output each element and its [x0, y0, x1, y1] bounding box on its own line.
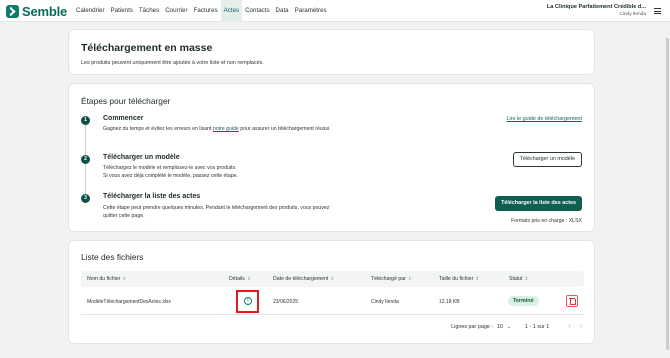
user-name: Cindy Ilenda — [619, 12, 646, 17]
file-name: ModèleTéléchargementDesActes.xlsx — [87, 299, 171, 305]
step-title-2: Télécharger un modèle — [103, 154, 180, 161]
step-description-3: Cette étape peut prendre quelques minute… — [103, 205, 330, 219]
semble-logo-icon — [6, 5, 19, 18]
upload-guide-link[interactable]: Lire le guide de téléchargement — [506, 116, 582, 122]
rows-per-page-label: Lignes par page : — [451, 323, 493, 330]
step-title-1: Commencer — [103, 115, 144, 122]
step-number-2: 2 — [81, 155, 90, 164]
upload-steps-card: Étapes pour télécharger Lire le guide de… — [68, 83, 595, 232]
nav-item-taches[interactable]: Tâches — [136, 0, 162, 22]
nav-item-calendrier[interactable]: Calendrier — [73, 0, 108, 22]
step-description-1: Gagnez du temps et évitez les erreurs en… — [103, 126, 331, 132]
sort-icon: ⇕ — [407, 276, 412, 281]
step-number-1: 1 — [81, 116, 90, 125]
nav-item-data[interactable]: Data — [273, 0, 292, 22]
file-list-title: Liste des fichiers — [81, 252, 144, 262]
upload-date: 23/06/2025 — [273, 299, 299, 305]
account-switcher[interactable]: La Clinique Parfaitement Crédible d... C… — [547, 4, 646, 17]
table-header: Nom du fichier ⇕ Détails ⇕ Date de télécha… — [81, 271, 584, 287]
column-header-status[interactable]: Statut ⇕ — [509, 276, 528, 282]
step-description-2: Téléchargez le modèle et remplissez-le a… — [103, 165, 238, 179]
page-header-card: Téléchargement en masse Les produits peu… — [68, 29, 595, 75]
column-header-name[interactable]: Nom du fichier ⇕ — [87, 276, 126, 282]
sort-icon: ⇕ — [122, 276, 127, 281]
next-page-icon[interactable]: › — [580, 323, 582, 330]
pagination: Lignes par page : 10 ⌄ 1 - 1 sur 1 ‹ › — [451, 323, 582, 330]
previous-page-icon[interactable]: ‹ — [568, 323, 570, 330]
sort-icon: ⇕ — [524, 276, 529, 281]
sort-icon: ⇕ — [246, 276, 251, 281]
table-row: ModèleTéléchargementDesActes.xlsx i 23/0… — [81, 288, 584, 315]
our-guide-link[interactable]: notre guide — [213, 126, 239, 132]
supported-formats: Formats pris en charge : XLSX — [511, 218, 582, 224]
main-nav: Calendrier Patients Tâches Courrier Fact… — [73, 0, 330, 22]
column-header-size[interactable]: Taille du fichier ⇕ — [439, 276, 479, 282]
nav-item-parametres[interactable]: Paramètres — [292, 0, 330, 22]
file-size: 12.18 KB — [439, 299, 460, 305]
step-number-3: 3 — [81, 194, 90, 203]
page-subtitle: Les produits peuvent uniquement être ajo… — [81, 60, 264, 66]
nav-item-contacts[interactable]: Contacts — [242, 0, 272, 22]
file-list-card: Liste des fichiers Nom du fichier ⇕ Détai… — [68, 240, 595, 344]
hamburger-menu-icon[interactable] — [654, 8, 661, 14]
column-header-date[interactable]: Date de téléchargement ⇕ — [273, 276, 334, 282]
rows-per-page-select[interactable]: 10 ⌄ — [497, 324, 511, 330]
nav-item-actes[interactable]: Actes — [220, 0, 243, 22]
step-title-3: Télécharger la liste des actes — [103, 193, 201, 200]
nav-item-courrier[interactable]: Courrier — [162, 0, 190, 22]
column-header-uploaded-by[interactable]: Téléchargé par ⇕ — [371, 276, 412, 282]
download-template-button[interactable]: Télécharger un modèle — [512, 152, 582, 167]
delete-icon[interactable] — [566, 295, 578, 307]
clinic-name: La Clinique Parfaitement Crédible d... — [546, 4, 646, 10]
nav-item-patients[interactable]: Patients — [108, 0, 136, 22]
chevron-down-icon: ⌄ — [506, 323, 512, 330]
page-range: 1 - 1 sur 1 — [525, 323, 550, 330]
page-title: Téléchargement en masse — [81, 42, 213, 54]
uploaded-by: Cindy Ilenda — [371, 299, 399, 305]
page-scrollbar[interactable] — [666, 38, 669, 350]
info-icon[interactable]: i — [244, 297, 252, 305]
sort-icon: ⇕ — [475, 276, 480, 281]
logo-text: Semble — [22, 4, 68, 19]
top-navigation-bar: Semble Calendrier Patients Tâches Courri… — [0, 0, 670, 22]
steps-title: Étapes pour télécharger — [81, 96, 171, 106]
column-header-details[interactable]: Détails ⇕ — [229, 276, 251, 282]
sort-icon: ⇕ — [330, 276, 335, 281]
upload-acts-list-button[interactable]: Télécharger la liste des actes — [495, 196, 582, 211]
nav-item-factures[interactable]: Factures — [191, 0, 221, 22]
semble-logo[interactable]: Semble — [6, 4, 67, 19]
status-badge: Terminé — [508, 296, 539, 306]
